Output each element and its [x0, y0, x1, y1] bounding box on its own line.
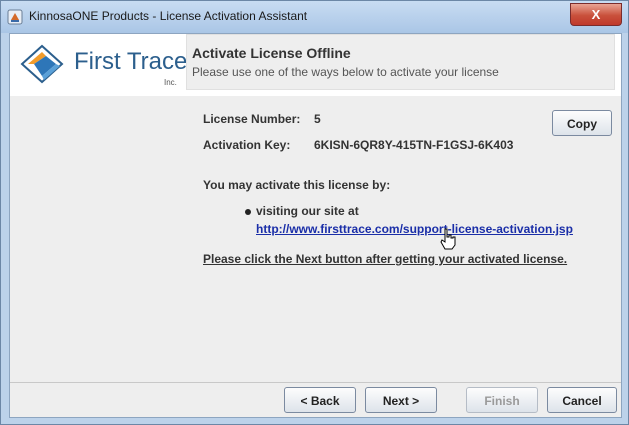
activation-key-label: Activation Key: — [203, 138, 291, 152]
next-button[interactable]: Next > — [365, 387, 437, 413]
left-panel — [10, 96, 186, 382]
client-area: First Trace Inc. Activate License Offlin… — [9, 33, 622, 418]
logo-brand-text: First Trace — [74, 48, 188, 75]
first-trace-logo-icon — [20, 44, 64, 84]
hand-cursor-icon — [440, 228, 456, 250]
license-number-label: License Number: — [203, 112, 301, 126]
close-button[interactable]: X — [570, 3, 622, 26]
bullet-dot — [245, 209, 251, 215]
copy-button[interactable]: Copy — [552, 110, 612, 136]
logo-inc-text: Inc. — [164, 78, 177, 87]
content-panel: License Number: 5 Activation Key: 6KISN-… — [186, 96, 621, 382]
wizard-footer: < Back Next > Finish Cancel — [10, 383, 621, 417]
activation-key-value: 6KISN-6QR8Y-415TN-F1GSJ-6K403 — [314, 138, 514, 152]
next-instruction-note: Please click the Next button after getti… — [203, 252, 568, 266]
first-trace-logo: First Trace Inc. — [18, 40, 187, 88]
finish-button[interactable]: Finish — [466, 387, 538, 413]
page-title: Activate License Offline — [192, 45, 351, 61]
wizard-header: First Trace Inc. Activate License Offlin… — [10, 34, 621, 96]
window-title: KinnosaONE Products - License Activation… — [29, 9, 308, 23]
bullet-text: visiting our site at — [256, 204, 359, 218]
activation-url-link[interactable]: http://www.firsttrace.com/support-licens… — [256, 222, 573, 236]
title-bar[interactable]: KinnosaONE Products - License Activation… — [1, 1, 628, 33]
page-subtitle: Please use one of the ways below to acti… — [192, 65, 499, 79]
close-icon: X — [591, 7, 601, 22]
cancel-button[interactable]: Cancel — [547, 387, 617, 413]
header-panel: Activate License Offline Please use one … — [186, 34, 615, 90]
activation-intro-text: You may activate this license by: — [203, 178, 391, 192]
activation-window: KinnosaONE Products - License Activation… — [0, 0, 629, 425]
license-number-value: 5 — [314, 112, 321, 126]
app-icon — [7, 9, 23, 25]
back-button[interactable]: < Back — [284, 387, 356, 413]
